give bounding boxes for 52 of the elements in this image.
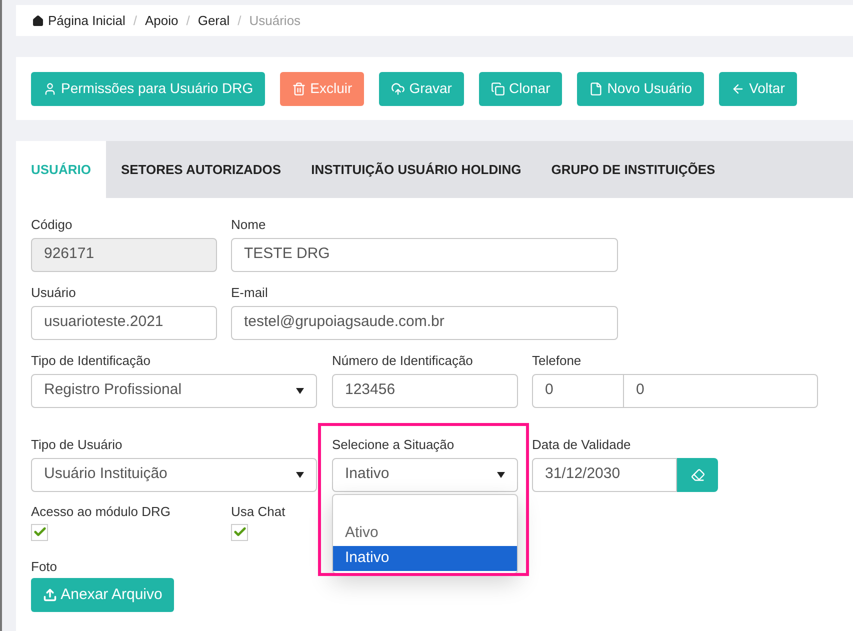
select-field[interactable]: Inativo (332, 458, 518, 492)
upload-icon (42, 588, 57, 602)
field-label: Nome (231, 216, 267, 234)
field-label: Telefone (532, 352, 582, 370)
home-icon (32, 14, 44, 26)
field-label: Data de Validade (532, 436, 632, 454)
date-field[interactable]: 31/12/2030 (532, 458, 677, 492)
code-field[interactable]: 926171 (31, 238, 217, 272)
text-field[interactable]: 123456 (332, 374, 518, 408)
field-label: Tipo de Identificação (31, 352, 152, 370)
field-label: Tipo de Usuário (31, 436, 124, 454)
caret-icon (296, 472, 304, 478)
checkbox[interactable] (231, 524, 248, 540)
select-field[interactable]: Registro Profissional (31, 374, 317, 408)
area-code-field[interactable]: 0 (532, 374, 624, 408)
field-label: Selecione a Situação (332, 436, 456, 454)
breadcrumb-current: Usuários (249, 12, 301, 30)
breadcrumb-separator: / (238, 12, 242, 30)
cloud-upload-icon (391, 82, 406, 96)
file-icon (589, 82, 604, 96)
dropdown-option[interactable]: Ativo (333, 520, 517, 546)
breadcrumb-link[interactable]: Página Inicial (32, 10, 126, 30)
caret-icon (296, 388, 304, 394)
field-label: E-mail (231, 284, 269, 302)
text-field[interactable]: testel@grupoiagsaude.com.br (231, 306, 618, 340)
field-label: Usuário (31, 284, 77, 302)
check-icon (32, 525, 46, 539)
breadcrumb-separator: / (133, 12, 137, 30)
eraser-icon (690, 468, 704, 482)
text-field[interactable]: TESTE DRG (231, 238, 618, 272)
checkbox-label: Acesso ao módulo DRG (31, 503, 172, 521)
clear-date-button[interactable] (677, 458, 718, 492)
select-field[interactable]: Usuário Instituição (31, 458, 317, 492)
tab[interactable]: SETORES AUTORIZADOS (106, 141, 296, 198)
field-label: Foto (31, 558, 58, 576)
checkbox[interactable] (31, 524, 48, 540)
trash-icon (292, 82, 306, 96)
breadcrumb-link[interactable]: Apoio (144, 10, 178, 30)
copy-icon (490, 82, 505, 96)
text-field[interactable]: usuarioteste.2021 (31, 306, 217, 340)
breadcrumb-link[interactable]: Geral (198, 10, 230, 30)
phone-field[interactable]: 0 (624, 374, 818, 408)
user-icon (43, 82, 57, 96)
caret-icon (497, 472, 505, 478)
field-label: Número de Identificação (332, 352, 474, 370)
field-label: Código (31, 216, 74, 234)
tab[interactable]: INSTITUIÇÃO USUÁRIO HOLDING (296, 141, 536, 198)
tab[interactable]: GRUPO DE INSTITUIÇÕES (536, 141, 730, 198)
dropdown-option[interactable]: Inativo (333, 546, 517, 570)
check-icon (232, 525, 246, 539)
breadcrumb-separator: / (186, 12, 190, 30)
checkbox-label: Usa Chat (231, 503, 286, 521)
